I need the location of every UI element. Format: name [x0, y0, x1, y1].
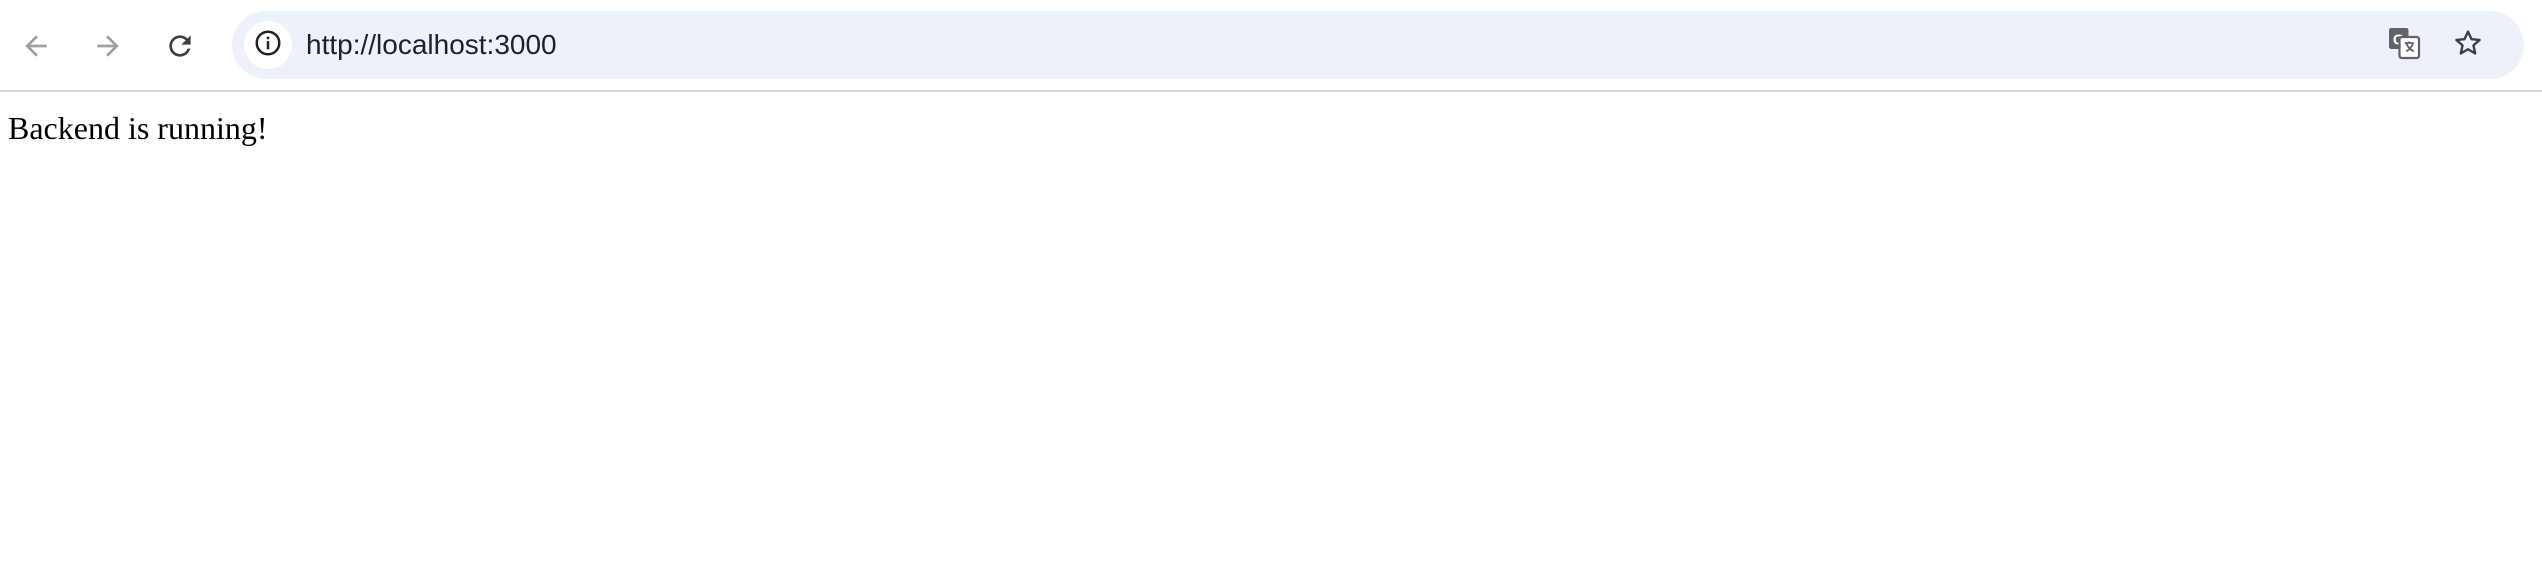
browser-toolbar: G: [0, 0, 2542, 92]
address-bar[interactable]: G: [232, 11, 2524, 79]
translate-button[interactable]: G: [2380, 21, 2428, 69]
forward-button[interactable]: [76, 14, 140, 78]
site-info-button[interactable]: [244, 21, 292, 69]
url-input[interactable]: [306, 23, 2306, 67]
back-button[interactable]: [4, 14, 68, 78]
page-message: Backend is running!: [8, 110, 268, 146]
translate-icon: G: [2386, 25, 2422, 66]
star-icon: [2452, 27, 2484, 64]
forward-arrow-icon: [92, 30, 124, 62]
bookmark-button[interactable]: [2444, 21, 2492, 69]
reload-icon: [164, 30, 196, 62]
back-arrow-icon: [20, 30, 52, 62]
reload-button[interactable]: [148, 14, 212, 78]
info-icon: [253, 28, 283, 63]
